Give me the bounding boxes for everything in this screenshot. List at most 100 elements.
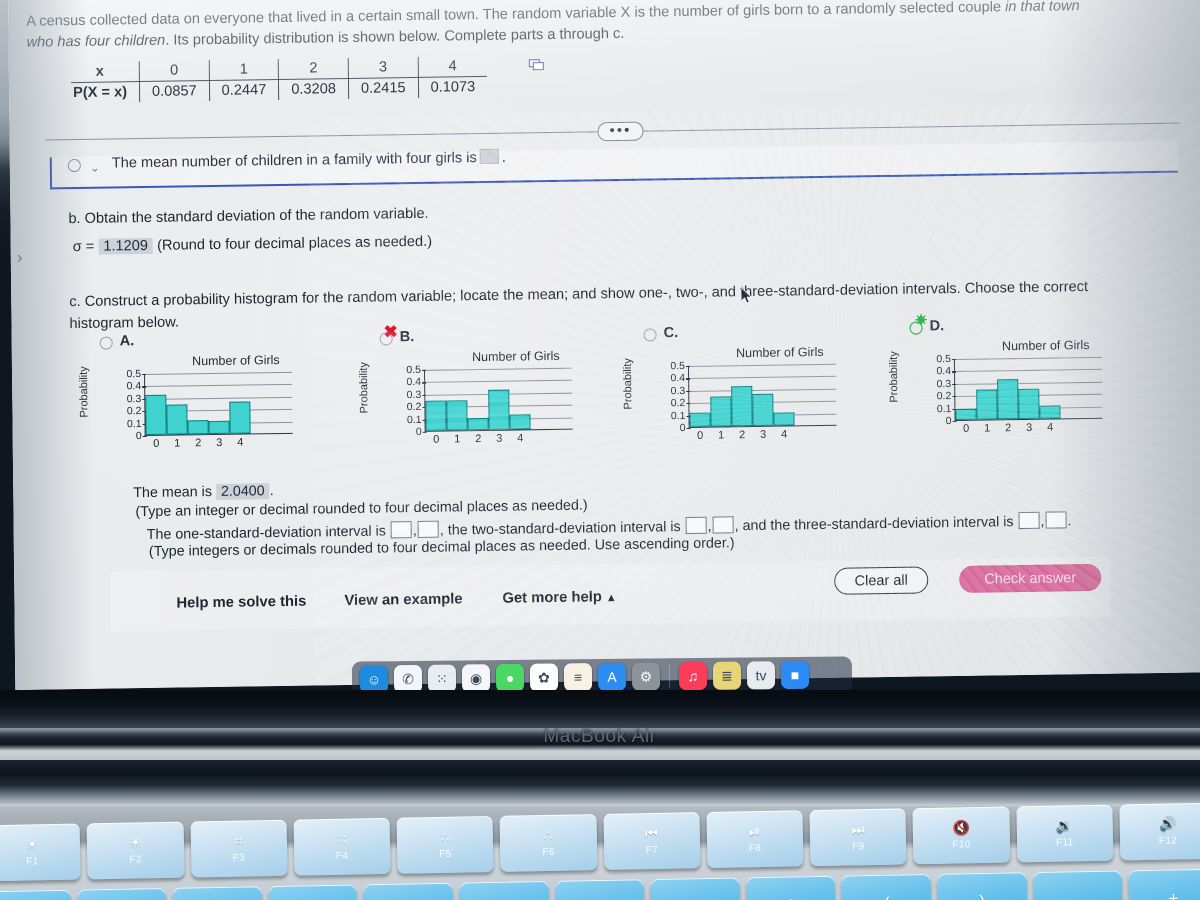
one-sd-lower-input[interactable] [390, 521, 412, 539]
part-a-answer-row[interactable]: ⌄ The mean number of children in a famil… [49, 140, 1178, 190]
key-f2[interactable]: ☀ F2 [86, 821, 185, 880]
key-glyph-icon: ⌗ [234, 832, 243, 849]
problem-statement: A census collected data on everyone that… [26, 0, 1191, 54]
option-b-xticks: 0 1 2 3 4 [426, 432, 531, 446]
three-sd-upper-input[interactable] [1045, 511, 1067, 529]
key-f9[interactable]: ⏭ F9 [809, 808, 907, 867]
part-c-line2: histogram below. [69, 314, 180, 333]
x-tick-label: 2 [1005, 422, 1012, 435]
x-tick-label: 0 [153, 437, 160, 450]
part-b-prompt: b. Obtain the standard deviation of the … [68, 205, 429, 228]
part-a-text: The mean number of children in a family … [111, 148, 506, 172]
option-b-header[interactable]: ✖ B. [379, 322, 630, 352]
key-f8[interactable]: ⏯ F8 [706, 810, 804, 869]
key-number-3[interactable] [268, 884, 359, 900]
option-c-ytick-3: 0.2 [670, 397, 686, 410]
two-sd-upper-input[interactable] [712, 516, 734, 534]
stickies-icon[interactable]: ≣ [712, 661, 742, 690]
key-glyph-icon: ☀ [25, 836, 39, 853]
view-an-example-link[interactable]: View an example [344, 591, 462, 609]
option-c[interactable]: C. Number of Girls Probability 0.5 0.4 0… [622, 322, 895, 447]
option-a-header[interactable]: A. [99, 330, 350, 356]
page-next-chevron-icon[interactable]: › [17, 248, 23, 268]
histogram-bar [955, 409, 977, 420]
tv-icon[interactable]: tv [746, 661, 776, 690]
x-tick-label: 2 [475, 433, 482, 446]
option-d-ytick-1: 0.4 [936, 365, 952, 378]
option-c-radio[interactable] [643, 328, 657, 342]
key-number-0[interactable] [0, 889, 72, 900]
option-c-bars [689, 363, 795, 427]
interval-label-3: , and the three-standard-deviation inter… [734, 514, 1014, 535]
app-store-icon[interactable]: A [597, 662, 627, 692]
histogram-bar [488, 389, 510, 430]
get-more-help-link[interactable]: Get more help ▲ [502, 589, 617, 606]
key-number-2[interactable] [172, 886, 263, 900]
help-me-solve-this-link[interactable]: Help me solve this [176, 594, 306, 612]
key-glyph-icon: 🔊 [1158, 815, 1177, 832]
copy-table-icon[interactable] [528, 59, 545, 73]
mean-label: The mean is [133, 484, 213, 502]
launchpad-icon[interactable]: ⁙ [427, 664, 457, 693]
key-number-10[interactable]: ) [937, 872, 1028, 900]
key-number-6[interactable]: ^ [555, 879, 645, 900]
option-c-xticks: 0 1 2 3 4 [690, 428, 795, 442]
system-settings-icon[interactable]: ⚙ [631, 662, 661, 691]
x-tick-label: 4 [781, 428, 788, 441]
part-a-dropdown-icon[interactable]: ⌄ [90, 161, 100, 175]
expand-ellipsis-button[interactable]: ••• [597, 121, 644, 142]
key-glyph-icon: 🔉 [1055, 817, 1074, 834]
photos-icon[interactable]: ✿ [529, 663, 559, 692]
sigma-value-input[interactable]: 1.1209 [98, 237, 154, 255]
option-b-ylabel: Probability [357, 362, 371, 414]
notes-icon[interactable]: ≡ [563, 663, 593, 692]
key-f11[interactable]: 🔉 F11 [1015, 804, 1114, 863]
key-f3[interactable]: ⌗ F3 [190, 819, 288, 878]
key-f12[interactable]: 🔊 F12 [1119, 802, 1200, 861]
x-tick-label: 1 [984, 422, 991, 435]
facetime-icon[interactable]: ■ [780, 660, 810, 690]
part-a-label: The mean number of children in a family … [111, 150, 477, 172]
option-b[interactable]: ✖ B. Number of Girls Probability 0.5 0.4… [358, 322, 631, 451]
key-number-8[interactable]: * [746, 875, 836, 900]
chrome-icon[interactable]: ◉ [461, 664, 491, 693]
key-number-12[interactable]: + [1128, 868, 1200, 900]
x-tick-label: 3 [760, 428, 767, 441]
option-b-plot: 0.5 0.4 0.3 0.2 0.1 0 0 1 2 3 4 [406, 364, 573, 446]
mean-value-input[interactable]: 2.0400 [215, 483, 270, 500]
option-d-letter: D. [929, 318, 945, 335]
key-number-1[interactable] [77, 887, 167, 900]
one-sd-upper-input[interactable] [417, 520, 439, 538]
clear-all-button[interactable]: Clear all [834, 566, 929, 595]
option-d[interactable]: ✷ D. Number of Girls Probability 0.5 0.4… [888, 312, 1160, 440]
table-cell-x0: 0 [139, 60, 210, 82]
part-a-radio[interactable] [67, 158, 81, 173]
key-number-5[interactable]: % [459, 880, 550, 900]
option-d-header[interactable]: ✷ D. [909, 312, 1159, 341]
option-c-header[interactable]: C. [643, 322, 894, 348]
key-number-4[interactable] [363, 882, 454, 900]
key-f1[interactable]: ☀ F1 [0, 823, 81, 882]
key-f7[interactable]: ⏮ F7 [602, 812, 701, 870]
key-f10[interactable]: 🔇 F10 [912, 806, 1010, 865]
option-a-radio[interactable] [99, 336, 113, 350]
two-sd-lower-input[interactable] [685, 516, 707, 535]
option-a[interactable]: A. Number of Girls Probability 0.5 0.4 0… [78, 330, 351, 455]
messages-icon[interactable]: ● [495, 663, 525, 693]
key-number-7[interactable]: & [650, 877, 741, 900]
key-f5[interactable]: ∴ F5 [396, 815, 494, 874]
part-a-input[interactable] [479, 148, 499, 165]
option-c-ylabel: Probability [621, 358, 635, 410]
key-f6[interactable]: ∴ F6 [499, 814, 598, 872]
check-answer-button[interactable]: Check answer [959, 563, 1102, 593]
mean-period: . [269, 483, 274, 500]
music-icon[interactable]: ♫ [678, 661, 708, 691]
key-number-9[interactable]: ( [841, 873, 932, 900]
option-d-xticks: 0 1 2 3 4 [956, 421, 1061, 435]
key-f4[interactable]: ∷ F4 [293, 817, 391, 876]
key-number-11[interactable]: – [1033, 870, 1123, 900]
safari-icon[interactable]: ✆ [393, 664, 423, 694]
option-a-ylabel: Probability [77, 366, 91, 418]
option-d-ylabel: Probability [887, 351, 901, 403]
three-sd-lower-input[interactable] [1018, 511, 1040, 530]
